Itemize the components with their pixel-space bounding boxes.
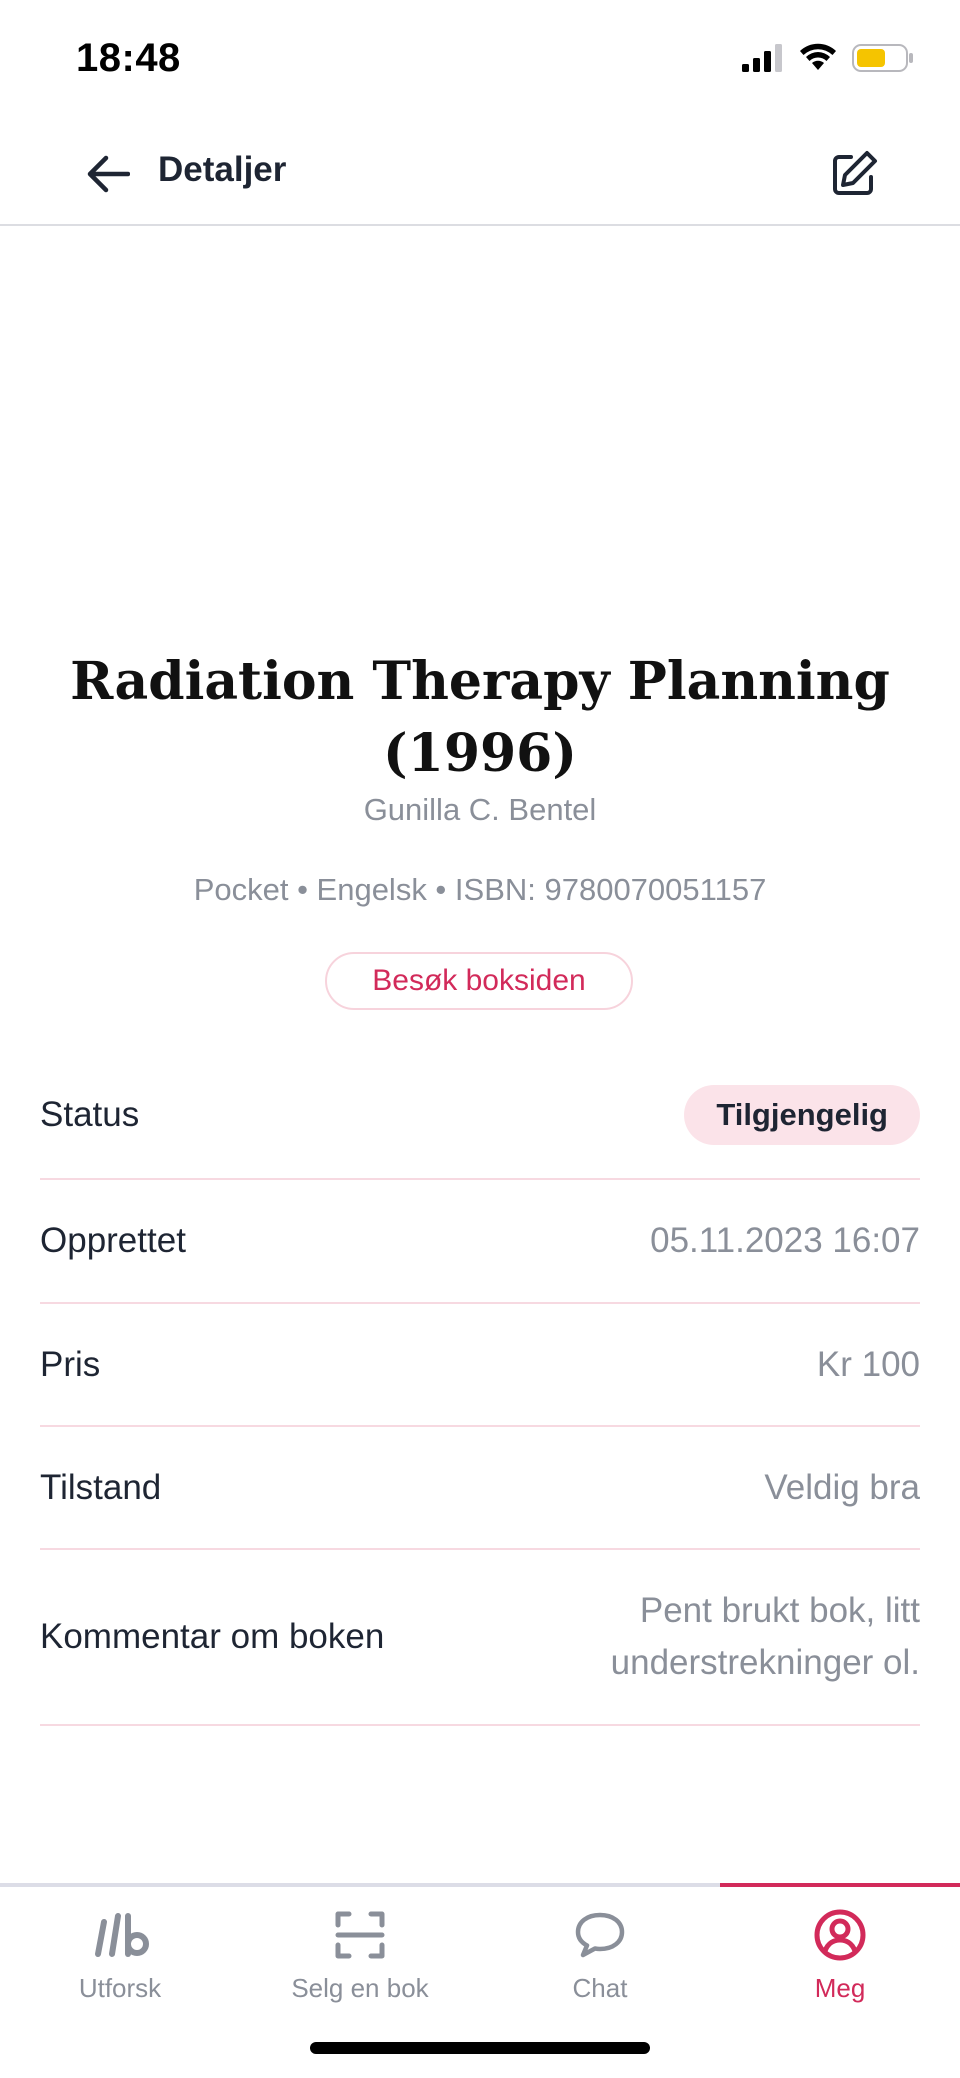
tab-selg-en-bok-label: Selg en bok xyxy=(291,1973,429,2003)
book-title: Radiation Therapy Planning (1996) xyxy=(70,651,890,784)
battery-icon xyxy=(852,43,914,78)
created-row: Opprettet 05.11.2023 16:07 xyxy=(40,1180,920,1304)
comment-label: Kommentar om boken xyxy=(40,1617,385,1656)
scan-icon xyxy=(335,1907,385,1963)
price-label: Pris xyxy=(40,1344,101,1384)
tab-chat[interactable]: Chat xyxy=(480,1887,720,2017)
tab-meg[interactable]: Meg xyxy=(720,1887,960,2017)
tab-utforsk[interactable]: Utforsk xyxy=(0,1887,240,2017)
page-title: Detaljer xyxy=(158,150,287,189)
book-author: Gunilla C. Bentel xyxy=(363,792,597,827)
condition-value: Veldig bra xyxy=(764,1467,920,1507)
tab-chat-label: Chat xyxy=(572,1973,628,2003)
status-icons xyxy=(742,42,914,78)
back-button[interactable] xyxy=(80,148,136,204)
visit-book-page-button[interactable]: Besøk boksiden xyxy=(325,952,633,1010)
screen: 18:48 Detaljer Radiation Therapy Plannin… xyxy=(0,0,960,2078)
status-label: Status xyxy=(40,1095,140,1134)
price-value: Kr 100 xyxy=(816,1344,920,1384)
condition-row: Tilstand Veldig bra xyxy=(40,1427,920,1550)
status-row: Status Tilgjengelig xyxy=(40,1052,920,1180)
comment-row: Kommentar om boken Pent brukt bok, litt … xyxy=(40,1550,920,1726)
top-app-bar: Detaljer xyxy=(0,120,960,226)
arrow-left-icon xyxy=(86,154,131,199)
cellular-signal-icon xyxy=(742,43,784,77)
edit-pencil-icon xyxy=(829,149,879,204)
details-list: Status Tilgjengelig Opprettet 05.11.2023… xyxy=(40,1052,920,1726)
tab-selg-en-bok[interactable]: Selg en bok xyxy=(240,1887,480,2017)
status-bar: 18:48 xyxy=(0,0,960,110)
comment-value: Pent brukt bok, litt understrekninger ol… xyxy=(610,1591,920,1682)
logo-icon xyxy=(90,1907,150,1963)
tab-meg-label: Meg xyxy=(814,1973,866,2003)
condition-label: Tilstand xyxy=(40,1467,162,1507)
book-meta: Pocket • Engelsk • ISBN: 9780070051157 xyxy=(193,872,767,907)
status-badge: Tilgjengelig xyxy=(684,1085,920,1145)
price-row: Pris Kr 100 xyxy=(40,1304,920,1427)
status-time: 18:48 xyxy=(76,36,181,80)
home-indicator xyxy=(310,2042,650,2054)
created-value: 05.11.2023 16:07 xyxy=(650,1221,920,1260)
edit-button[interactable] xyxy=(824,146,884,206)
wifi-icon xyxy=(798,43,838,78)
created-label: Opprettet xyxy=(40,1221,186,1260)
user-circle-icon xyxy=(813,1907,867,1963)
chat-bubble-icon xyxy=(574,1907,626,1963)
tab-utforsk-label: Utforsk xyxy=(78,1973,162,2003)
